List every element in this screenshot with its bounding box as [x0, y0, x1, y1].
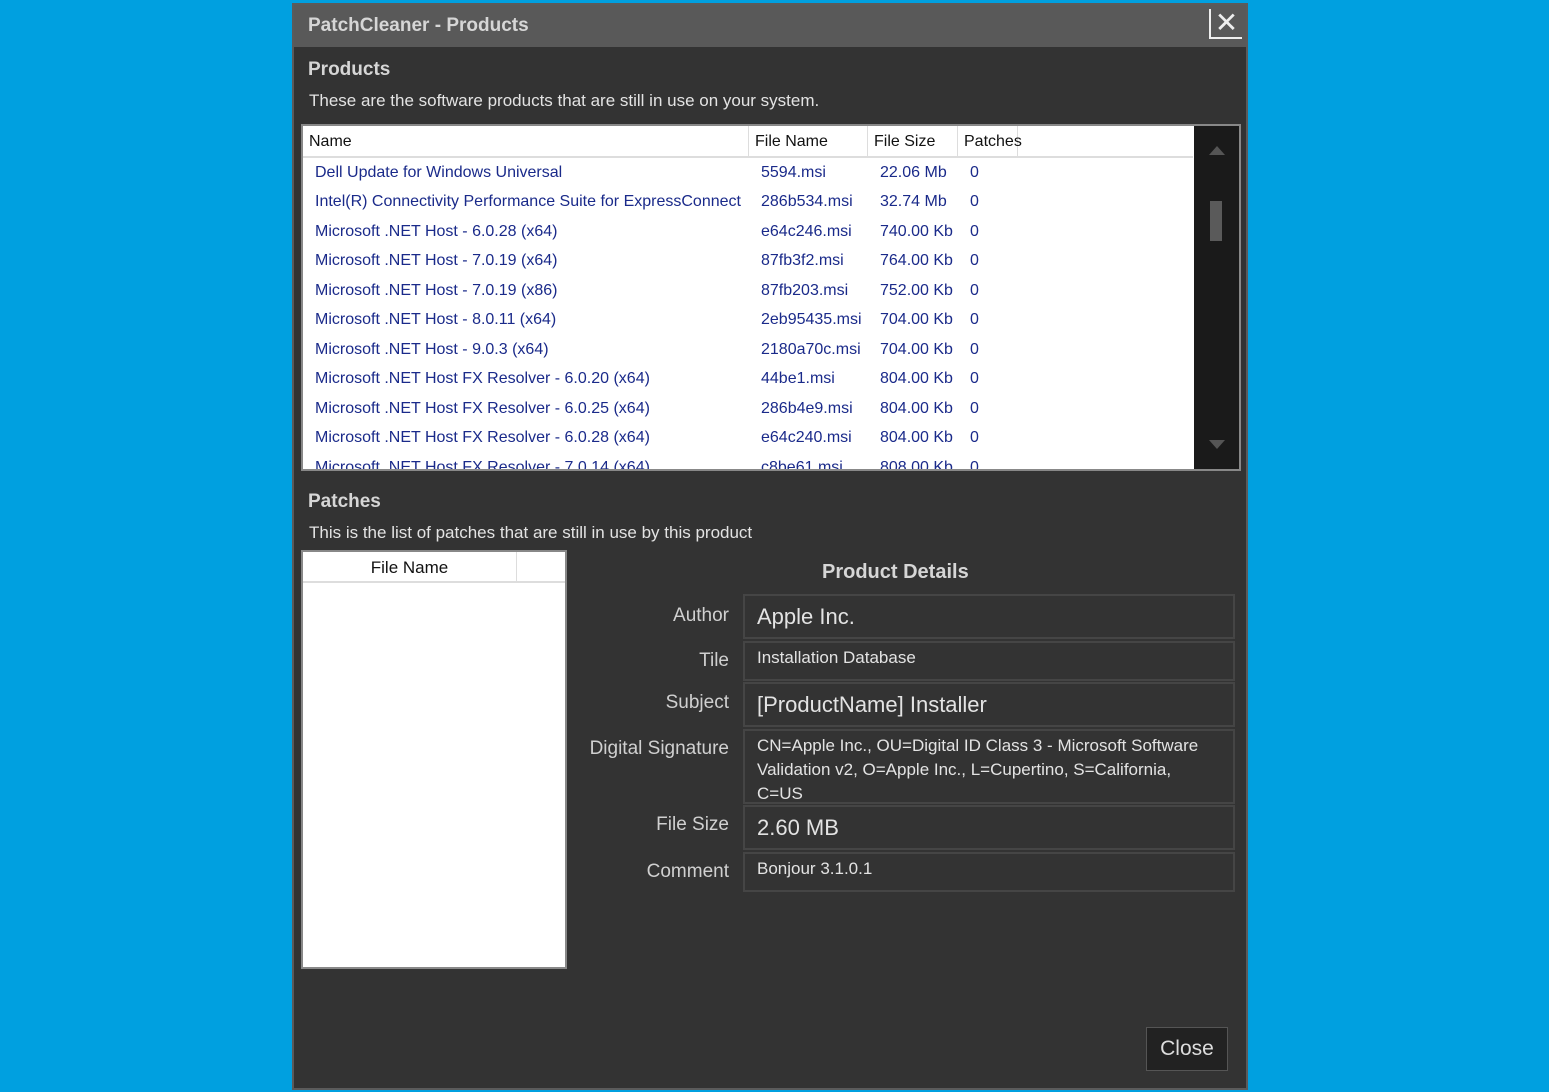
file-name: e64c240.msi [761, 429, 852, 447]
file-size: 32.74 Mb [880, 193, 947, 211]
scroll-up-icon[interactable] [1209, 146, 1225, 155]
table-row[interactable]: Microsoft .NET Host FX Resolver - 6.0.28… [303, 424, 1193, 454]
file-size: 704.00 Kb [880, 311, 953, 329]
table-header: Name File Name File Size Patches [303, 126, 1193, 158]
title-bar: PatchCleaner - Products ✕ [294, 5, 1246, 47]
table-row[interactable]: Microsoft .NET Host - 6.0.28 (x64) e64c24… [303, 217, 1193, 247]
patch-count: 0 [970, 222, 979, 240]
scroll-thumb[interactable] [1210, 201, 1222, 241]
column-name[interactable]: Name [303, 126, 749, 156]
patch-count: 0 [970, 311, 979, 329]
table-row[interactable]: Microsoft .NET Host FX Resolver - 6.0.20… [303, 365, 1193, 395]
product-name: Microsoft .NET Host - 8.0.11 (x64) [315, 311, 557, 329]
patch-count: 0 [970, 429, 979, 447]
table-row[interactable]: Microsoft .NET Host - 7.0.19 (x64) 87fb3f… [303, 247, 1193, 277]
table-row[interactable]: Microsoft .NET Host - 7.0.19 (x86) 87fb20… [303, 276, 1193, 306]
file-name: 87fb203.msi [761, 281, 849, 299]
column-file-size[interactable]: File Size [868, 126, 958, 156]
file-size: 804.00 Kb [880, 399, 953, 417]
patch-count: 0 [970, 281, 979, 299]
products-window: PatchCleaner - Products ✕ Products These… [292, 3, 1248, 1090]
column-file-name[interactable]: File Name [749, 126, 868, 156]
signature-label: Digital Signature [589, 738, 729, 759]
file-name: 2180a70c.msi [761, 340, 861, 358]
products-heading: Products [308, 59, 391, 80]
table-row[interactable]: Intel(R) Connectivity Performance Suite … [303, 188, 1193, 218]
subject-field: [ProductName] Installer [743, 682, 1235, 727]
comment-label: Comment [646, 861, 729, 882]
window-title: PatchCleaner - Products [308, 15, 529, 36]
close-button[interactable]: Close [1146, 1027, 1228, 1071]
table-row[interactable]: Dell Update for Windows Universal 5594.ms… [303, 158, 1193, 188]
product-name: Microsoft .NET Host FX Resolver - 7.0.14… [315, 458, 650, 471]
file-name: e64c246.msi [761, 222, 852, 240]
table-row[interactable]: Microsoft .NET Host - 8.0.11 (x64) 2eb954… [303, 306, 1193, 336]
file-size: 804.00 Kb [880, 370, 953, 388]
signature-field: CN=Apple Inc., OU=Digital ID Class 3 - M… [743, 729, 1235, 804]
product-name: Microsoft .NET Host - 6.0.28 (x64) [315, 222, 558, 240]
file-name: 5594.msi [761, 163, 826, 181]
file-name: 44be1.msi [761, 370, 835, 388]
file-name: 87fb3f2.msi [761, 252, 844, 270]
file-name: 286b534.msi [761, 193, 853, 211]
title-label: Tile [699, 650, 729, 671]
patch-count: 0 [970, 340, 979, 358]
column-patches[interactable]: Patches [958, 126, 1022, 156]
file-name: 286b4e9.msi [761, 399, 853, 417]
patches-heading: Patches [308, 491, 381, 512]
product-details-heading: Product Details [822, 561, 969, 583]
column-file-name[interactable]: File Name [303, 552, 517, 581]
scroll-down-icon[interactable] [1209, 440, 1225, 449]
table-row[interactable]: Microsoft .NET Host FX Resolver - 7.0.14… [303, 453, 1193, 471]
product-name: Microsoft .NET Host - 7.0.19 (x64) [315, 252, 558, 270]
file-name: 2eb95435.msi [761, 311, 862, 329]
patch-count: 0 [970, 370, 979, 388]
file-size: 740.00 Kb [880, 222, 953, 240]
comment-field: Bonjour 3.1.0.1 [743, 852, 1235, 892]
author-label: Author [673, 605, 729, 626]
file-size: 808.00 Kb [880, 458, 953, 471]
patch-count: 0 [970, 458, 979, 471]
subject-label: Subject [665, 692, 729, 713]
table-row[interactable]: Microsoft .NET Host - 9.0.3 (x64) 2180a70… [303, 335, 1193, 365]
title-field: Installation Database [743, 641, 1235, 681]
table-row[interactable]: Microsoft .NET Host FX Resolver - 6.0.25… [303, 394, 1193, 424]
file-size: 22.06 Mb [880, 163, 947, 181]
patch-count: 0 [970, 163, 979, 181]
file-size: 764.00 Kb [880, 252, 953, 270]
file-size-label: File Size [656, 814, 729, 835]
patch-count: 0 [970, 252, 979, 270]
patch-count: 0 [970, 193, 979, 211]
product-name: Dell Update for Windows Universal [315, 163, 563, 181]
product-name: Microsoft .NET Host FX Resolver - 6.0.25… [315, 399, 650, 417]
patches-list[interactable]: File Name [301, 550, 567, 969]
products-description: These are the software products that are… [309, 91, 820, 110]
patches-description: This is the list of patches that are sti… [309, 523, 753, 542]
table-body: Dell Update for Windows Universal 5594.ms… [303, 158, 1193, 471]
file-size: 752.00 Kb [880, 281, 953, 299]
products-table[interactable]: Name File Name File Size Patches Dell Up… [301, 124, 1241, 471]
file-size: 704.00 Kb [880, 340, 953, 358]
file-size: 804.00 Kb [880, 429, 953, 447]
author-field: Apple Inc. [743, 594, 1235, 639]
product-name: Microsoft .NET Host - 9.0.3 (x64) [315, 340, 549, 358]
product-name: Microsoft .NET Host FX Resolver - 6.0.28… [315, 429, 650, 447]
file-size-field: 2.60 MB [743, 805, 1235, 850]
product-name: Microsoft .NET Host FX Resolver - 6.0.20… [315, 370, 650, 388]
file-name: c8be61.msi [761, 458, 843, 471]
vertical-scrollbar[interactable] [1194, 126, 1239, 469]
patch-count: 0 [970, 399, 979, 417]
product-name: Microsoft .NET Host - 7.0.19 (x86) [315, 281, 558, 299]
close-icon[interactable]: ✕ [1209, 9, 1242, 39]
product-name: Intel(R) Connectivity Performance Suite … [315, 193, 741, 211]
